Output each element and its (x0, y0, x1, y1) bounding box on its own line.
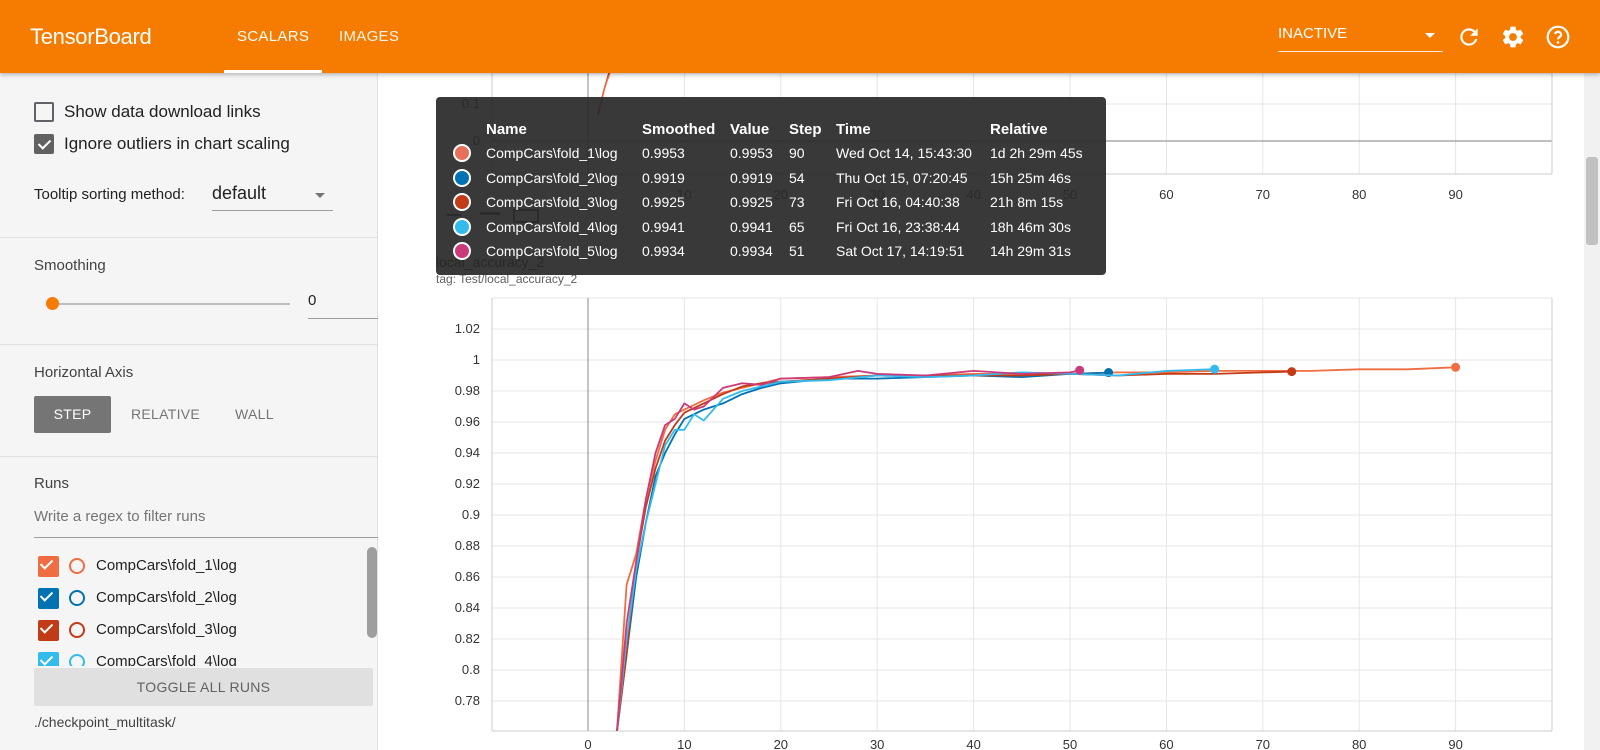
help-icon[interactable] (1545, 24, 1571, 50)
y-tick-label: 0.86 (455, 569, 480, 584)
tooltip-name-cell: CompCars\fold_1\log (486, 145, 618, 161)
run-selector-label: INACTIVE (1278, 25, 1348, 42)
tooltip-relative-cell: 15h 25m 46s (990, 169, 1071, 186)
tooltip-run-color-icon (453, 217, 471, 236)
x-tick-label: 60 (1159, 737, 1173, 750)
tooltip-time-cell: Wed Oct 14, 15:43:30 (836, 145, 972, 161)
tooltip-header-name: Name (486, 121, 527, 138)
tooltip-run-color-icon (453, 168, 471, 187)
tooltip-relative-cell: 1d 2h 29m 45s (990, 145, 1083, 161)
x-tick-label: 50 (1063, 737, 1077, 750)
y-tick-label: 0.96 (455, 414, 480, 429)
tooltip-header-relative: Relative (990, 121, 1048, 138)
tab-images[interactable]: IMAGES (339, 28, 399, 45)
y-tick-label: 1 (473, 352, 480, 367)
chevron-down-icon (1425, 33, 1435, 38)
y-tick-label: 0.9 (462, 507, 480, 522)
x-tick-label: 30 (870, 737, 884, 750)
chart-tooltip: Name Smoothed Value Step Time Relative C… (436, 97, 1106, 275)
tooltip-value-cell: 0.9919 (730, 169, 773, 186)
series-endpoint-marker (1287, 367, 1297, 377)
tooltip-relative-cell: 21h 8m 15s (990, 194, 1064, 210)
x-tick-label: 0 (584, 737, 591, 750)
tooltip-time-cell: Fri Oct 16, 23:38:44 (836, 218, 960, 235)
tooltip-name-cell: CompCars\fold_4\log (486, 218, 618, 235)
tooltip-run-color-icon (453, 242, 471, 260)
top-chart-x-tick-label: 80 (1352, 187, 1366, 202)
tooltip-time-cell: Sat Oct 17, 14:19:51 (836, 243, 965, 259)
tooltip-value-cell: 0.9953 (730, 145, 773, 161)
app-header: TensorBoard SCALARS IMAGES INACTIVE (0, 0, 1600, 73)
top-chart-x-tick-label: 60 (1159, 187, 1173, 202)
x-tick-label: 40 (966, 737, 980, 750)
active-tab-indicator (224, 70, 322, 73)
y-tick-label: 1.02 (455, 321, 480, 336)
tooltip-smoothed-cell: 0.9919 (642, 169, 685, 186)
run-selector-dropdown[interactable]: INACTIVE (1278, 25, 1443, 52)
tooltip-run-color-icon (453, 144, 471, 162)
tooltip-step-cell: 65 (789, 218, 805, 235)
tooltip-value-cell: 0.9925 (730, 194, 773, 210)
tooltip-smoothed-cell: 0.9925 (642, 194, 685, 210)
x-tick-label: 80 (1352, 737, 1366, 750)
refresh-icon[interactable] (1456, 24, 1482, 50)
y-tick-label: 0.98 (455, 383, 480, 398)
x-tick-label: 70 (1256, 737, 1270, 750)
tooltip-step-cell: 90 (789, 145, 805, 161)
y-tick-label: 0.78 (455, 693, 480, 708)
series-endpoint-marker (1075, 365, 1085, 375)
top-chart-x-tick-label: 90 (1448, 187, 1462, 202)
tooltip-step-cell: 54 (789, 169, 805, 186)
series-endpoint-marker (1210, 364, 1220, 374)
tooltip-time-cell: Fri Oct 16, 04:40:38 (836, 194, 960, 210)
app-title: TensorBoard (30, 24, 152, 49)
tooltip-time-cell: Thu Oct 15, 07:20:45 (836, 169, 968, 186)
y-tick-label: 0.88 (455, 538, 480, 553)
tooltip-header-step: Step (789, 121, 822, 138)
x-tick-label: 20 (774, 737, 788, 750)
tab-scalars[interactable]: SCALARS (237, 28, 309, 45)
tooltip-header-smoothed: Smoothed (642, 121, 716, 138)
tooltip-smoothed-cell: 0.9953 (642, 145, 685, 161)
tooltip-header-value: Value (730, 121, 770, 138)
tooltip-value-cell: 0.9934 (730, 243, 773, 259)
tooltip-step-cell: 51 (789, 243, 805, 259)
x-tick-label: 90 (1448, 737, 1462, 750)
tooltip-name-cell: CompCars\fold_5\log (486, 243, 618, 259)
series-endpoint-marker (1451, 362, 1461, 372)
y-tick-label: 0.82 (455, 631, 480, 646)
y-tick-label: 0.8 (462, 662, 480, 677)
top-chart-x-tick-label: 70 (1256, 187, 1270, 202)
y-tick-label: 0.92 (455, 476, 480, 491)
tooltip-header-time: Time (836, 121, 871, 138)
y-tick-label: 0.84 (455, 600, 480, 615)
tooltip-smoothed-cell: 0.9934 (642, 243, 685, 259)
tooltip-value-cell: 0.9941 (730, 218, 773, 235)
tooltip-relative-cell: 18h 46m 30s (990, 218, 1071, 235)
gear-icon[interactable] (1500, 24, 1526, 50)
tooltip-step-cell: 73 (789, 194, 805, 210)
tooltip-relative-cell: 14h 29m 31s (990, 243, 1071, 259)
tooltip-name-cell: CompCars\fold_2\log (486, 169, 618, 186)
tooltip-run-color-icon (453, 193, 471, 211)
x-tick-label: 10 (677, 737, 691, 750)
tooltip-smoothed-cell: 0.9941 (642, 218, 685, 235)
tooltip-name-cell: CompCars\fold_3\log (486, 194, 618, 210)
page-scrollbar-thumb[interactable] (1586, 157, 1598, 245)
y-tick-label: 0.94 (455, 445, 480, 460)
